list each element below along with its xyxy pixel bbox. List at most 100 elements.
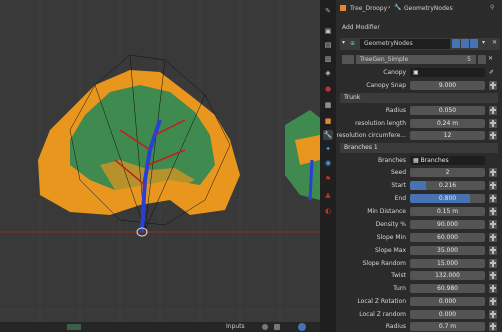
keyframe-icon[interactable] [489,220,497,229]
keyframe-icon[interactable] [489,106,497,115]
resolution-length-label: resolution length [355,120,406,127]
eyedropper-icon[interactable]: ✐ [489,67,494,78]
node-group-selector: TreeGen_Simple 5 ✕ [340,54,500,65]
local-z-rotation-field[interactable]: 0.000 [410,297,485,306]
material-icon[interactable]: ◐ [323,206,333,216]
resolution-circumference-field[interactable]: 12 [410,131,485,140]
keyframe-icon[interactable] [489,81,497,90]
local-z-random-field[interactable]: 0.000 [410,310,485,319]
keyframe-icon[interactable] [489,271,497,280]
scene-icon[interactable]: ◈ [323,68,333,78]
constraints-icon[interactable]: ⚑ [323,174,333,184]
local-z-random-row: Local Z random 0.000 [336,309,502,320]
min-distance-field[interactable]: 0.15 m [410,207,485,216]
breadcrumb: Tree_Droopy › 🔧 GeometryNodes ⚲ [336,0,502,18]
keyframe-icon[interactable] [489,131,497,140]
branches-row: Branches ▦ Branches [336,155,502,166]
density-field[interactable]: 90.000 [410,220,485,229]
3d-viewport[interactable]: Inputs [0,0,320,332]
canopy-label: Canopy [383,69,406,76]
output-icon[interactable]: ▤ [323,40,333,50]
slope-max-label: Slope Max [375,247,406,254]
canopy-object-field[interactable]: ▣ [410,68,485,77]
keyframe-icon[interactable] [489,168,497,177]
seed-label: Seed [391,169,406,176]
start-slider[interactable]: 0.216 [410,181,485,190]
tool-icon[interactable]: ✎ [323,6,333,16]
particles-icon[interactable]: ✦ [323,144,333,154]
keyframe-icon[interactable] [489,284,497,293]
keyframe-icon[interactable] [489,119,497,128]
unlink-icon[interactable]: ✕ [488,55,493,62]
object-icon[interactable]: ■ [323,116,333,126]
pin-icon[interactable]: ⚲ [490,4,494,11]
trunk-section[interactable]: Trunk [340,93,498,103]
object-name[interactable]: Tree_Droopy [350,5,387,12]
viewport-toggle[interactable] [461,39,469,48]
physics-icon[interactable]: ◉ [323,158,333,168]
properties-tab-bar: ✎ ▣ ▤ ▥ ◈ ● ▦ ■ 🔧 ✦ ◉ ⚑ ▲ ◐ [320,0,336,332]
node-group-field[interactable]: TreeGen_Simple [356,55,462,64]
overlay-icon[interactable] [274,324,280,330]
canopy-row: Canopy ▣ ✐ [336,67,502,78]
fake-user-icon[interactable] [478,55,486,64]
close-icon[interactable]: ✕ [492,39,497,46]
end-label: End [394,195,406,202]
view-icon[interactable] [262,324,268,330]
slope-random-field[interactable]: 15.000 [410,259,485,268]
start-row: Start 0.216 [336,180,502,191]
render-toggle[interactable] [470,39,478,48]
density-row: Density % 90.000 [336,219,502,230]
branches-value: Branches [420,157,449,164]
slope-min-field[interactable]: 60.000 [410,233,485,242]
world-icon[interactable]: ● [323,84,333,94]
object-icon: ▣ [413,69,419,76]
keyframe-icon[interactable] [489,322,497,331]
keyframe-icon[interactable] [489,181,497,190]
canopy-snap-field[interactable]: 9.000 [410,81,485,90]
keyframe-icon[interactable] [489,297,497,306]
keyframe-icon[interactable] [489,310,497,319]
seed-row: Seed 2 [336,167,502,178]
collection-icon[interactable]: ▦ [323,100,333,110]
editmode-toggle[interactable] [452,39,460,48]
slope-min-row: Slope Min 60.000 [336,232,502,243]
modifier-icon[interactable]: 🔧 [323,130,333,140]
viewport-footer-icons[interactable] [262,323,318,331]
render-icon[interactable]: ▣ [323,26,333,36]
keyframe-icon[interactable] [489,207,497,216]
users-count[interactable]: 5 [462,55,476,64]
branches-collection-field[interactable]: ▦ Branches [410,156,485,165]
dropdown-icon[interactable]: ▾ [482,39,485,46]
keyframe-icon[interactable] [489,233,497,242]
canopy-snap-label: Canopy Snap [366,82,406,89]
end-value: 0.800 [438,195,457,202]
shading-icon[interactable] [298,323,306,331]
radius2-field[interactable]: 0.7 m [410,322,485,331]
start-value: 0.216 [438,182,457,189]
keyframe-icon[interactable] [489,194,497,203]
turn-row: Turn 60.980 [336,283,502,294]
modifier-name-field[interactable]: GeometryNodes [360,39,450,49]
start-slider-fill [410,181,427,190]
seed-field[interactable]: 2 [410,168,485,177]
keyframe-icon[interactable] [489,259,497,268]
local-z-random-label: Local Z random [359,311,406,318]
branches-section[interactable]: Branches 1 [340,143,498,153]
chevron-down-icon[interactable]: ▾ [342,39,345,46]
chevron-right-icon: › [388,4,391,11]
resolution-circumference-label: resolution circumfere... [336,132,407,139]
radius-field[interactable]: 0.050 [410,106,485,115]
keyframe-icon[interactable] [489,246,497,255]
twist-field[interactable]: 132.000 [410,271,485,280]
collection-icon: ▦ [413,157,419,164]
turn-field[interactable]: 60.980 [410,284,485,293]
slope-max-field[interactable]: 35.000 [410,246,485,255]
data-icon[interactable]: ▲ [323,190,333,200]
resolution-length-field[interactable]: 0.24 m [410,119,485,128]
breadcrumb-modifier[interactable]: GeometryNodes [404,5,453,12]
view-layer-icon[interactable]: ▥ [323,54,333,64]
add-modifier-button[interactable]: Add Modifier [340,22,498,33]
end-slider[interactable]: 0.800 [410,194,485,203]
node-tree-icon[interactable] [342,55,354,64]
